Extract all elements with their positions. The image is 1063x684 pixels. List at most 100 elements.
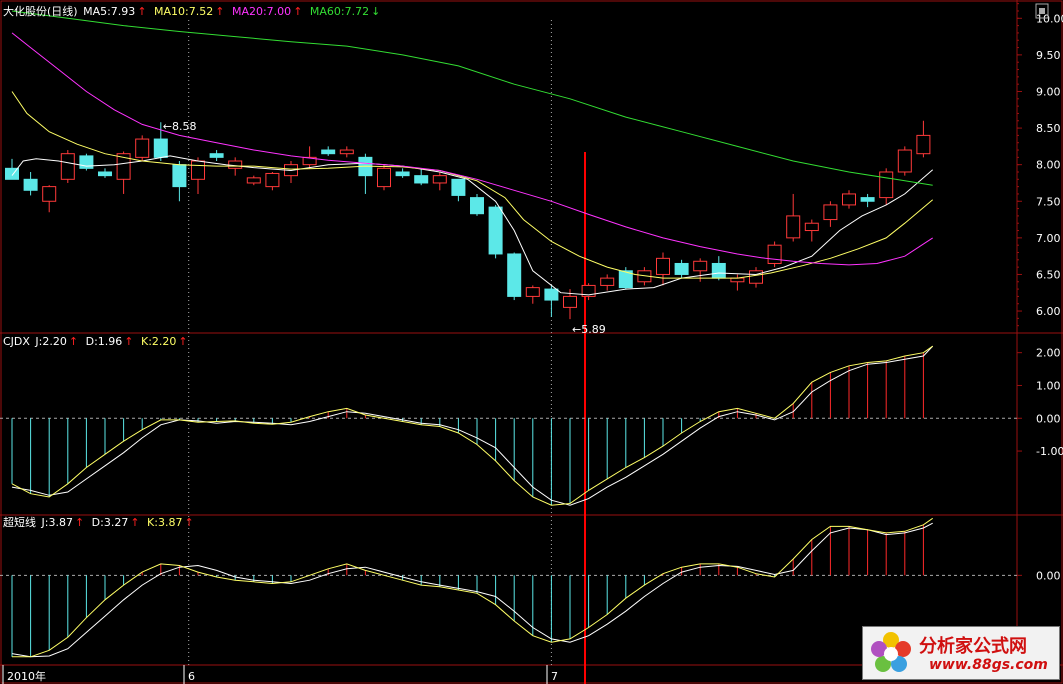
arrow-up-icon: ↑ xyxy=(215,5,225,18)
candle xyxy=(749,267,763,288)
candle-body xyxy=(98,171,112,177)
indicator-label: D:3.27 xyxy=(88,516,129,529)
candle xyxy=(191,157,205,194)
indicator-label: MA5:7.93 xyxy=(79,5,136,18)
candle-body xyxy=(879,171,894,199)
watermark-logo: 分析家公式网 www.88gs.com xyxy=(862,626,1060,680)
candle-body xyxy=(246,177,261,184)
candle xyxy=(488,204,503,259)
candle-body xyxy=(693,260,708,272)
panel-title: CJDX xyxy=(3,335,30,348)
candle xyxy=(60,150,75,183)
candle-body xyxy=(228,160,243,169)
candle-body xyxy=(153,138,168,158)
candle xyxy=(265,171,280,191)
candle-body xyxy=(674,262,689,275)
window-menu-icon-inner xyxy=(1039,8,1045,14)
low-price-annotation: ←5.89 xyxy=(572,323,606,336)
candle-body xyxy=(470,197,484,215)
candle xyxy=(432,171,447,191)
candle-body xyxy=(339,149,354,155)
y-tick-label: -1.00 xyxy=(1036,445,1063,458)
candle xyxy=(544,285,559,317)
date-label: 6 xyxy=(188,670,195,683)
arrow-up-icon: ↑ xyxy=(137,5,147,18)
candle xyxy=(842,190,856,209)
candle xyxy=(79,153,94,171)
candle xyxy=(674,259,689,279)
arrow-up-icon: ↑ xyxy=(178,335,188,348)
candle xyxy=(358,153,373,194)
candle-body xyxy=(321,149,336,155)
candle xyxy=(656,252,670,286)
candle xyxy=(246,175,261,186)
candle-body xyxy=(265,172,280,188)
candle xyxy=(209,150,224,162)
y-tick-label: 8.50 xyxy=(1036,122,1061,135)
candle-body xyxy=(786,215,801,239)
candle-body xyxy=(488,206,503,255)
arrow-down-icon: ↓ xyxy=(371,5,381,18)
candle xyxy=(507,252,522,301)
candle-body xyxy=(451,178,466,196)
indicator-line-k xyxy=(12,517,933,658)
y-tick-label: 6.50 xyxy=(1036,268,1061,281)
candle-body xyxy=(749,270,763,284)
candle-body xyxy=(860,197,875,202)
candle-body xyxy=(432,175,447,184)
candle-body xyxy=(191,160,205,180)
price-panel-header: 大化股份(日线) MA5:7.93 ↑ MA10:7.52 ↑ MA20:7.00 ↑… xyxy=(3,5,384,18)
candle xyxy=(600,274,615,291)
flower-logo-icon xyxy=(871,632,911,672)
candle-body xyxy=(135,138,150,158)
candle xyxy=(804,219,819,242)
indicator-label: MA10:7.52 xyxy=(150,5,214,18)
candle xyxy=(284,161,298,183)
candle-body xyxy=(377,167,391,188)
indicator-label: MA20:7.00 xyxy=(228,5,292,18)
indicator-label: K:3.87 xyxy=(143,516,183,529)
arrow-up-icon: ↑ xyxy=(124,335,134,348)
y-tick-label: 2.00 xyxy=(1036,347,1061,360)
candle xyxy=(98,168,112,178)
y-tick-label: 9.00 xyxy=(1036,85,1061,98)
logo-title: 分析家公式网 xyxy=(919,636,1027,657)
candle xyxy=(470,193,484,216)
candle xyxy=(414,168,429,186)
high-price-annotation: ←8.58 xyxy=(163,120,197,133)
candle xyxy=(711,256,726,281)
candle-body xyxy=(842,193,856,206)
logo-url: www.88gs.com xyxy=(929,657,1048,673)
panel-title: 超短线 xyxy=(3,516,36,529)
candle-body xyxy=(897,149,912,173)
candle xyxy=(451,178,466,202)
candle-body xyxy=(42,186,57,202)
candle-body xyxy=(209,153,224,158)
y-tick-label: 0.00 xyxy=(1036,412,1061,425)
candle xyxy=(767,241,782,268)
candle-body xyxy=(507,253,522,297)
candle xyxy=(525,285,540,304)
arrow-up-icon: ↑ xyxy=(74,516,85,529)
indicator-label: J:2.20 xyxy=(31,335,67,348)
arrow-up-icon: ↑ xyxy=(130,516,140,529)
candle xyxy=(395,168,410,178)
y-tick-label: 7.50 xyxy=(1036,195,1061,208)
candle xyxy=(377,164,391,191)
candle-body xyxy=(563,295,577,308)
candle xyxy=(135,135,150,162)
candle-body xyxy=(767,244,782,264)
candle-body xyxy=(23,178,38,191)
y-tick-label: 7.00 xyxy=(1036,232,1061,245)
candle xyxy=(339,146,354,158)
candle xyxy=(42,185,57,213)
arrow-up-icon: ↑ xyxy=(184,516,194,529)
cdx-panel-header: 超短线 J:3.87 ↑ D:3.27 ↑ K:3.87 ↑ xyxy=(3,516,198,529)
candle-body xyxy=(395,171,410,177)
indicator-label: D:1.96 xyxy=(82,335,123,348)
candle-body xyxy=(60,153,75,180)
candle xyxy=(897,146,912,176)
candle-body xyxy=(525,287,540,297)
arrow-up-icon: ↑ xyxy=(293,5,303,18)
candle xyxy=(172,161,187,202)
